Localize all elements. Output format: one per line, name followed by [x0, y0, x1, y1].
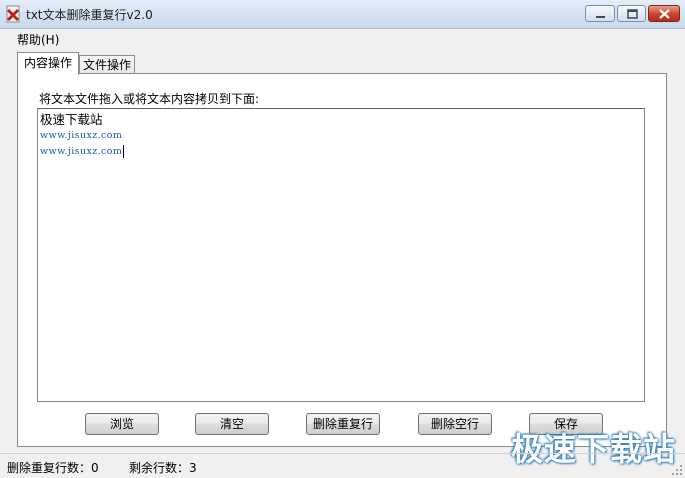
tab-file-operations[interactable]: 文件操作	[79, 55, 135, 75]
clear-button[interactable]: 清空	[195, 413, 269, 435]
resize-grip-icon[interactable]	[671, 464, 683, 476]
maximize-button[interactable]	[617, 5, 646, 22]
window-title: txt文本删除重复行v2.0	[26, 8, 153, 22]
app-icon	[6, 5, 20, 23]
status-remaining-lines: 剩余行数：3	[129, 461, 197, 475]
text-line-with-caret: www.jisuxz.com	[40, 144, 642, 160]
menu-help[interactable]: 帮助(H)	[17, 31, 59, 48]
text-line: www.jisuxz.com	[40, 130, 123, 141]
status-duplicates-removed: 删除重复行数：0	[7, 461, 99, 475]
text-line: 极速下载站	[40, 112, 103, 127]
menu-bar: 帮助(H)	[0, 29, 685, 49]
minimize-button[interactable]	[585, 5, 615, 22]
instruction-label: 将文本文件拖入或将文本内容拷贝到下面:	[39, 92, 260, 106]
status-bar: 删除重复行数：0 剩余行数：3	[0, 453, 685, 478]
delete-empty-lines-button[interactable]: 删除空行	[418, 413, 492, 435]
title-bar[interactable]: txt文本删除重复行v2.0	[0, 0, 685, 29]
maximize-icon	[627, 9, 638, 19]
close-button[interactable]	[648, 5, 680, 22]
text-line: www.jisuxz.com	[40, 146, 123, 157]
delete-duplicates-button[interactable]: 删除重复行	[306, 413, 380, 435]
text-editor[interactable]: 极速下载站 www.jisuxz.com www.jisuxz.com	[37, 108, 645, 402]
browse-button[interactable]: 浏览	[85, 413, 159, 435]
minimize-icon	[596, 16, 605, 18]
close-icon	[659, 9, 670, 19]
text-caret	[123, 145, 125, 158]
tab-content-operations[interactable]: 内容操作	[17, 52, 79, 75]
